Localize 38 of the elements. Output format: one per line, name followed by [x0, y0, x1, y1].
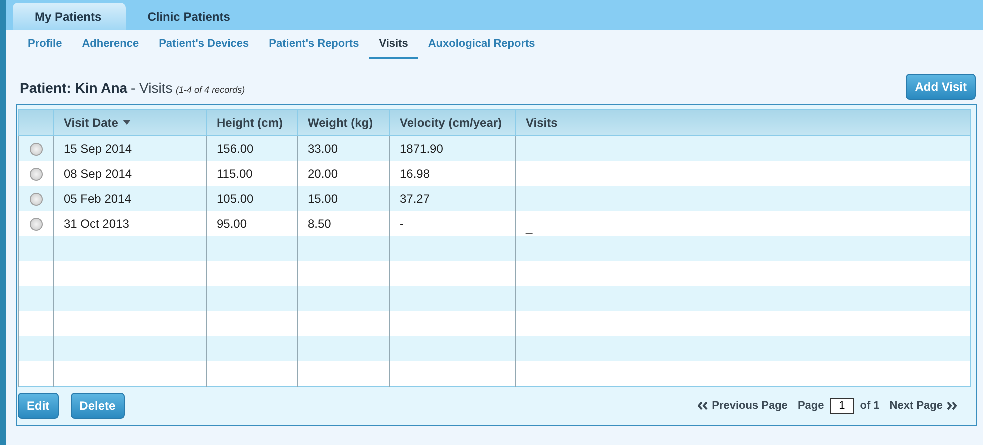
- table-cell: -: [390, 211, 516, 236]
- page-total: of 1: [860, 400, 880, 412]
- table-cell: 115.00: [206, 161, 298, 186]
- top-tab[interactable]: My Patients: [13, 3, 126, 30]
- table-cell: 05 Feb 2014: [54, 186, 206, 211]
- column-header[interactable]: Height (cm): [206, 110, 298, 136]
- table-cell: 08 Sep 2014: [54, 161, 206, 186]
- page-input[interactable]: 1: [830, 398, 854, 414]
- top-tab[interactable]: Clinic Patients: [126, 3, 254, 30]
- table-cell: 8.50: [298, 211, 390, 236]
- page-label: Page: [798, 400, 824, 412]
- table-cell: 33.00: [298, 136, 390, 161]
- column-header[interactable]: Visits: [516, 110, 970, 136]
- table-cell: 15.00: [298, 186, 390, 211]
- table-cell: 156.00: [206, 136, 298, 161]
- sub-tab[interactable]: Auxological Reports: [418, 30, 546, 59]
- sub-tab[interactable]: Profile: [18, 30, 72, 59]
- record-count: (1-4 of 4 records): [176, 85, 246, 95]
- sub-tab[interactable]: Patient's Devices: [149, 30, 260, 59]
- table-cell: 15 Sep 2014: [54, 136, 206, 161]
- column-header[interactable]: Visit Date: [54, 110, 206, 136]
- previous-page-link[interactable]: Previous Page: [692, 400, 794, 412]
- table-cell: 1871.90: [390, 136, 516, 161]
- sub-tab[interactable]: Visits: [369, 30, 418, 59]
- column-header[interactable]: Weight (kg): [298, 110, 390, 136]
- table-cell: _: [516, 211, 970, 236]
- sub-tab[interactable]: Patient's Reports: [259, 30, 370, 59]
- table-cell: 37.27: [390, 186, 516, 211]
- table-cell: 16.98: [390, 161, 516, 186]
- table-cell: 31 Oct 2013: [54, 211, 206, 236]
- patient-name: Patient: Kin Ana: [20, 80, 128, 96]
- next-page-link[interactable]: Next Page: [884, 400, 963, 412]
- section-title: - Visits: [130, 80, 173, 96]
- table-cell: 20.00: [298, 161, 390, 186]
- table-cell: 105.00: [206, 186, 298, 211]
- sub-tab[interactable]: Adherence: [72, 30, 150, 59]
- column-header[interactable]: Velocity (cm/year): [390, 110, 516, 136]
- table-cell: 95.00: [206, 211, 298, 236]
